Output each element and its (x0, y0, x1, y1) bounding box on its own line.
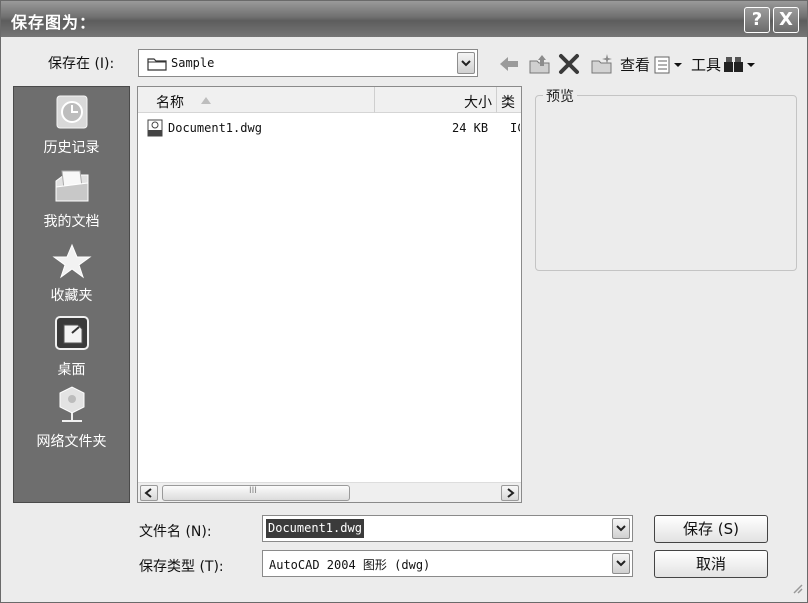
filetype-value: AutoCAD 2004 图形 (dwg) (269, 558, 431, 572)
file-row[interactable]: Document1.dwg 24 KB IC (146, 117, 520, 141)
horizontal-scrollbar[interactable]: III (138, 482, 521, 502)
desktop-icon (14, 313, 129, 357)
filetype-select[interactable]: AutoCAD 2004 图形 (dwg) (262, 550, 633, 577)
place-label: 历史记录 (43, 140, 100, 156)
save-as-dialog: 保存图为： ? X 保存在 (I): Sample 查看 工具 历史记录 我的文… (0, 0, 808, 603)
cancel-button[interactable]: 取消 (654, 550, 768, 578)
tools-binoculars-icon[interactable] (723, 55, 757, 79)
dialog-title: 保存图为： (11, 13, 97, 32)
place-my-documents[interactable]: 我的文档 (14, 167, 129, 231)
filename-input[interactable]: Document1.dwg (262, 515, 633, 542)
new-folder-icon[interactable] (590, 53, 614, 79)
scroll-left-button[interactable] (140, 485, 158, 501)
favorites-star-icon (14, 243, 129, 283)
place-label: 桌面 (57, 362, 86, 378)
network-folder-icon (14, 385, 129, 429)
back-arrow-icon[interactable] (498, 56, 520, 76)
scroll-right-button[interactable] (501, 485, 519, 501)
chevron-down-icon[interactable] (612, 553, 630, 574)
place-network-folders[interactable]: 网络文件夹 (14, 385, 129, 451)
help-icon: ? (751, 9, 763, 30)
file-size: 24 KB (452, 121, 489, 135)
chevron-down-icon[interactable] (612, 518, 630, 539)
close-button[interactable]: X (773, 7, 799, 33)
file-type: IC (510, 121, 520, 135)
resize-grip-icon[interactable] (791, 582, 803, 598)
filename-label: 文件名 (N): (139, 524, 212, 540)
close-icon: X (779, 9, 793, 30)
tools-menu-label[interactable]: 工具 (691, 54, 721, 75)
place-favorites[interactable]: 收藏夹 (14, 243, 129, 305)
column-header-name[interactable]: 名称 (138, 87, 374, 113)
save-in-label: 保存在 (I): (48, 56, 115, 72)
view-menu-label[interactable]: 查看 (620, 54, 650, 75)
column-header-size[interactable]: 大小 (374, 87, 496, 113)
up-folder-icon[interactable] (528, 53, 552, 79)
place-label: 收藏夹 (50, 288, 93, 304)
my-documents-icon (14, 167, 129, 209)
file-name: Document1.dwg (168, 121, 262, 135)
filetype-label: 保存类型 (T): (139, 559, 224, 575)
column-header-type[interactable]: 类 (496, 87, 521, 113)
save-in-combo[interactable]: Sample (138, 49, 478, 77)
preview-label: 预览 (543, 86, 577, 106)
file-list[interactable]: 名称 大小 类 Document1.dwg 24 KB IC III (137, 86, 522, 503)
place-desktop[interactable]: 桌面 (14, 313, 129, 379)
view-list-icon[interactable] (654, 56, 684, 78)
places-bar: 历史记录 我的文档 收藏夹 桌面 网络文件夹 (13, 86, 130, 503)
place-label: 网络文件夹 (36, 434, 107, 450)
place-label: 我的文档 (43, 214, 100, 230)
place-history[interactable]: 历史记录 (14, 93, 129, 157)
chevron-down-icon[interactable] (457, 52, 475, 74)
history-icon (14, 93, 129, 135)
folder-icon (147, 56, 167, 75)
filename-value: Document1.dwg (266, 519, 364, 538)
title-bar: 保存图为： ? X (1, 1, 807, 37)
save-button[interactable]: 保存 (S) (654, 515, 768, 543)
scroll-thumb[interactable]: III (162, 485, 350, 501)
scroll-grip: III (249, 486, 257, 496)
dwg-file-icon (146, 119, 164, 141)
sort-ascending-icon (200, 93, 212, 109)
preview-box (535, 95, 797, 271)
delete-icon[interactable] (558, 53, 580, 79)
help-button[interactable]: ? (744, 7, 770, 33)
save-in-value: Sample (171, 56, 215, 70)
